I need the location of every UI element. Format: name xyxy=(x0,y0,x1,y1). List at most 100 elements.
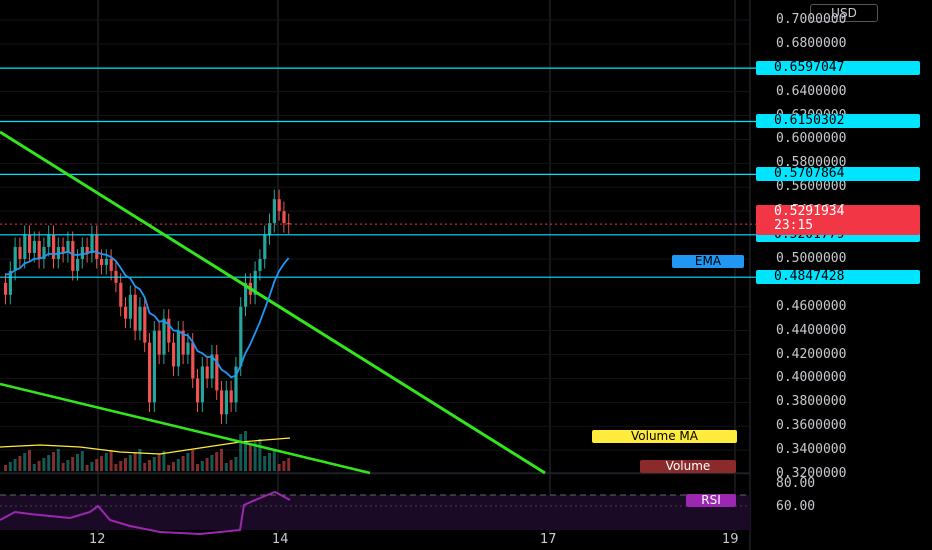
volume-bar xyxy=(258,439,262,471)
volume-bar xyxy=(248,445,252,471)
volume-bar xyxy=(268,453,271,471)
candle-body xyxy=(23,235,27,259)
volume-bar xyxy=(239,434,243,471)
level-label: 0.6597047 xyxy=(756,61,920,76)
volume-bar xyxy=(138,449,142,471)
volume-bar xyxy=(287,458,291,471)
candle-body xyxy=(287,223,291,225)
volume-bar xyxy=(210,455,214,471)
candle-body xyxy=(143,306,147,343)
volume-bar xyxy=(220,449,223,471)
volume-bar xyxy=(124,458,127,471)
price-tick: 0.5600000 xyxy=(776,179,847,195)
candle-body xyxy=(220,390,224,415)
volume-bar xyxy=(205,458,209,471)
x-tick: 17 xyxy=(540,532,557,547)
volume-bar xyxy=(32,464,36,471)
volume-bar xyxy=(128,455,132,471)
volume-bar xyxy=(277,464,281,471)
candle-body xyxy=(196,378,200,403)
x-tick: 12 xyxy=(89,532,106,547)
candle-body xyxy=(128,294,132,319)
candle-body xyxy=(268,223,272,236)
level-label: 0.5707864 xyxy=(756,167,920,182)
rsi-tick: 60.00 xyxy=(776,499,816,514)
volume-bar xyxy=(52,452,55,471)
volume-bar xyxy=(215,452,219,471)
volume-bar xyxy=(191,450,195,471)
candle-body xyxy=(52,235,56,259)
volume-bar xyxy=(56,449,60,471)
candle-body xyxy=(229,390,233,403)
candle-body xyxy=(28,235,32,253)
candle-body xyxy=(104,258,108,265)
price-tick: 0.3800000 xyxy=(776,394,847,410)
volume-bar xyxy=(85,465,89,471)
candle-body xyxy=(263,235,267,259)
volume-ma-label[interactable]: Volume MA xyxy=(592,430,737,443)
volume-bar xyxy=(109,450,113,471)
candle-body xyxy=(224,390,228,415)
volume-bar xyxy=(28,450,31,471)
x-tick: 19 xyxy=(722,532,739,547)
volume-label[interactable]: Volume xyxy=(640,460,736,473)
candle-body xyxy=(162,318,166,355)
candle-body xyxy=(32,241,36,253)
volume-bar xyxy=(172,462,175,471)
volume-bar xyxy=(4,465,7,471)
rsi-tick: 80.00 xyxy=(776,476,816,491)
volume-bar xyxy=(157,454,161,471)
volume-bar xyxy=(282,461,286,471)
volume-bar xyxy=(119,461,123,471)
ema-label[interactable]: EMA xyxy=(672,255,744,268)
volume-bar xyxy=(229,460,233,471)
candle-body xyxy=(13,247,17,271)
volume-bar xyxy=(13,459,17,471)
candle-body xyxy=(152,330,156,403)
volume-bar xyxy=(263,456,267,471)
volume-bar xyxy=(42,458,46,471)
candle-body xyxy=(37,241,41,259)
bar-countdown: 23:15 xyxy=(774,218,814,233)
volume-bar xyxy=(186,453,190,471)
volume-bar xyxy=(61,463,65,471)
volume-bar xyxy=(167,465,171,471)
volume-bar xyxy=(71,457,75,471)
volume-bar xyxy=(66,460,70,471)
volume-bar xyxy=(244,431,247,471)
volume-bar xyxy=(23,453,27,471)
volume-bar xyxy=(95,459,99,471)
volume-bar xyxy=(224,463,228,471)
candle-body xyxy=(133,294,137,331)
rsi-band xyxy=(0,495,750,530)
candle-body xyxy=(119,282,123,307)
price-tick: 0.4000000 xyxy=(776,370,847,386)
price-tick: 0.3400000 xyxy=(776,442,847,458)
candle-body xyxy=(176,330,180,367)
price-tick: 0.4200000 xyxy=(776,346,847,362)
volume-bar xyxy=(133,452,137,471)
trendline-lower xyxy=(0,382,371,475)
volume-bar xyxy=(200,461,204,471)
candle-body xyxy=(148,342,152,403)
volume-bar xyxy=(152,457,156,471)
price-tick: 0.4600000 xyxy=(776,298,847,314)
volume-bar xyxy=(80,451,84,471)
volume-bar xyxy=(143,463,147,471)
volume-bar xyxy=(272,450,276,471)
candle-body xyxy=(71,241,75,271)
overlays xyxy=(0,67,756,475)
volume-bar xyxy=(18,456,22,471)
candle-body xyxy=(76,258,80,271)
current-price-label: 0.5291934 23:15 xyxy=(756,205,920,235)
candle-body xyxy=(282,211,286,224)
candle-body xyxy=(157,330,161,355)
rsi-pane xyxy=(0,490,750,536)
volume-bar xyxy=(196,464,199,471)
volume-bars xyxy=(0,431,291,471)
volume-bar xyxy=(90,462,94,471)
volume-bar xyxy=(234,457,238,471)
candle-body xyxy=(95,235,99,259)
rsi-label[interactable]: RSI xyxy=(686,494,736,507)
candle-body xyxy=(124,306,128,319)
